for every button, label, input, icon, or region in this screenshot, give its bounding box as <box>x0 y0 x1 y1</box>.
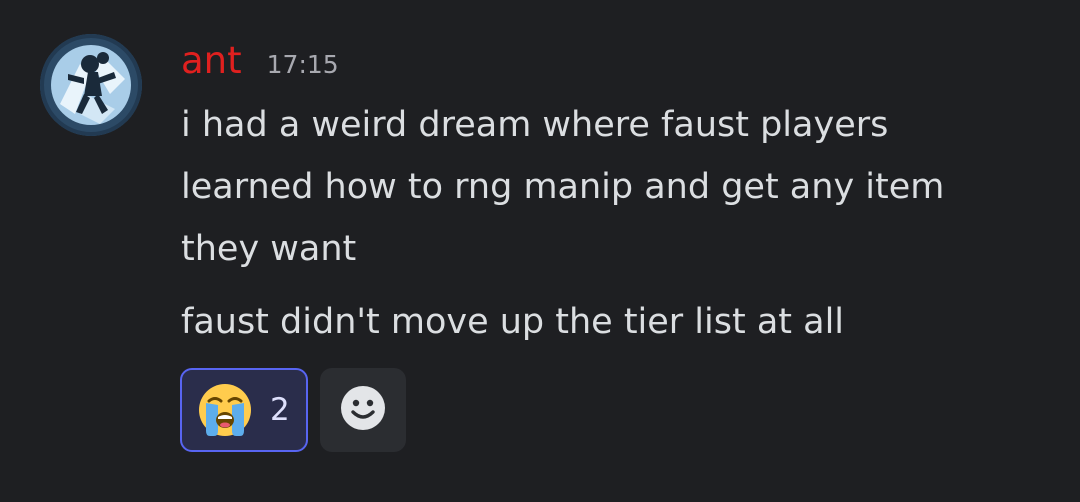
reaction-crying-face[interactable]: 2 <box>180 368 308 452</box>
message-line: faust didn't move up the tier list at al… <box>181 302 845 342</box>
message-content: ant 17:15 i had a weird dream where faus… <box>181 38 1060 353</box>
chat-message-view: ant 17:15 i had a weird dream where faus… <box>0 0 1080 502</box>
message-header: ant 17:15 <box>181 38 1060 84</box>
username[interactable]: ant <box>181 38 242 84</box>
reaction-count: 2 <box>270 392 290 428</box>
message-line: they want <box>181 229 357 269</box>
message-line: learned how to rng manip and get any ite… <box>181 167 945 207</box>
add-reaction-smiley-icon <box>340 385 386 435</box>
timestamp[interactable]: 17:15 <box>267 42 339 88</box>
message-line: i had a weird dream where faust players <box>181 105 889 145</box>
add-reaction-button[interactable] <box>320 368 406 452</box>
avatar[interactable] <box>40 34 142 136</box>
reactions-bar: 2 <box>180 368 406 452</box>
loudly-crying-face-icon <box>196 381 254 439</box>
